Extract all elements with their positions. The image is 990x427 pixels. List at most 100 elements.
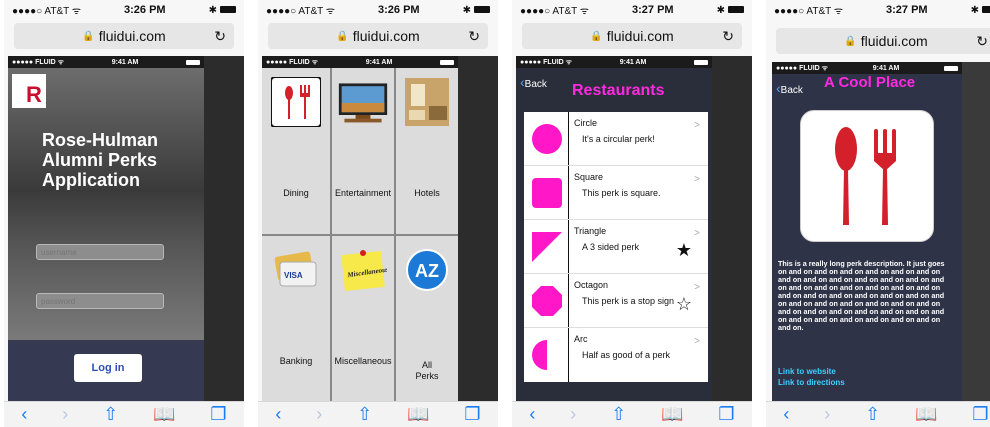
star-filled-icon[interactable]: ★ [676, 240, 692, 261]
category-label: All Perks [415, 360, 439, 381]
tabs-icon[interactable]: ❐ [464, 404, 480, 425]
browser-toolbar: ‹ › ⇧ 📖 ❐ [766, 401, 990, 427]
octagon-shape-icon [532, 286, 562, 316]
url-bar[interactable]: 🔒 fluidui.com ↻ [268, 23, 488, 49]
share-icon[interactable]: ⇧ [103, 404, 118, 425]
list-item[interactable]: Octagon This perk is a stop sign ☆ > [524, 274, 708, 328]
phone-screen-detail: ●●●●○ AT&T ᯤ 3:27 PM ✱ 🔒 fluidui.com ↻ ●… [766, 0, 990, 427]
dining-icon [270, 76, 322, 128]
tabs-icon[interactable]: ❐ [972, 404, 988, 425]
bookmarks-icon[interactable]: 📖 [915, 404, 937, 425]
url-text: fluidui.com [98, 28, 166, 44]
lock-icon: 🔒 [336, 30, 349, 42]
svg-text:VISA: VISA [284, 271, 303, 280]
star-outline-icon[interactable]: ☆ [676, 294, 692, 315]
perk-list: Circle It's a circular perk! > Square Th… [524, 112, 708, 382]
svg-text:AZ: AZ [415, 261, 439, 281]
reload-icon[interactable]: ↻ [976, 33, 988, 50]
inner-status-bar: ●●●●● FLUID ᯤ 9:41 AM [262, 56, 458, 68]
back-button[interactable]: ‹Back [520, 74, 547, 90]
forward-arrow-icon[interactable]: › [570, 404, 576, 425]
share-icon[interactable]: ⇧ [611, 404, 626, 425]
chevron-right-icon: > [694, 228, 700, 239]
share-icon[interactable]: ⇧ [865, 404, 880, 425]
chevron-right-icon: > [694, 120, 700, 131]
app-frame: ●●●●● FLUID ᯤ 9:41 AM R Rose-Hulman Alum… [8, 56, 204, 401]
category-entertainment[interactable]: Entertainment [332, 68, 394, 234]
arc-shape-icon [532, 340, 547, 370]
category-dining[interactable]: Dining [262, 68, 330, 234]
list-item[interactable]: Square This perk is square. > [524, 166, 708, 220]
battery-icon: ✱ [717, 5, 744, 16]
perk-description: This is a really long perk description. … [778, 259, 945, 332]
hotel-icon [401, 76, 453, 128]
category-grid: Dining Entertainment Hotels VISA Banking [262, 68, 458, 401]
app-frame: ●●●●● FLUID ᯤ 9:41 AM Dining Entertainme… [262, 56, 458, 401]
category-label: Dining [283, 188, 309, 198]
page-title: Restaurants [572, 82, 665, 99]
dining-image [800, 110, 934, 242]
battery-icon: ✱ [971, 5, 990, 16]
username-field[interactable] [36, 244, 164, 260]
category-miscellaneous[interactable]: Miscellaneous Miscellaneous [332, 236, 394, 401]
login-button[interactable]: Log in [74, 354, 142, 382]
category-label: Miscellaneous [334, 356, 392, 366]
category-label: Banking [279, 356, 313, 366]
inner-battery-icon [186, 59, 200, 65]
chevron-right-icon: > [694, 282, 700, 293]
app-frame: ●●●●● FLUID ᯤ 9:41 AM ‹Back Restaurants … [516, 56, 712, 401]
phone-screen-login: ●●●●○ AT&T ᯤ 3:26 PM ✱ 🔒 fluidui.com ↻ ●… [4, 0, 244, 427]
tabs-icon[interactable]: ❐ [718, 404, 734, 425]
tv-icon [337, 76, 389, 128]
category-all-perks[interactable]: AZ All Perks [396, 236, 458, 401]
back-arrow-icon[interactable]: ‹ [21, 404, 27, 425]
forward-arrow-icon[interactable]: › [824, 404, 830, 425]
password-field[interactable] [36, 293, 164, 309]
inner-status-bar: ●●●●● FLUID ᯤ 9:41 AM [8, 56, 204, 68]
battery-icon: ✱ [209, 5, 236, 16]
back-button[interactable]: ‹Back [776, 80, 803, 96]
url-bar[interactable]: 🔒 fluidui.com ↻ [776, 28, 990, 54]
back-arrow-icon[interactable]: ‹ [529, 404, 535, 425]
page-title: A Cool Place [824, 74, 916, 91]
rose-hulman-logo: R [12, 74, 46, 108]
chevron-right-icon: > [694, 174, 700, 185]
list-item[interactable]: Triangle A 3 sided perk ★ > [524, 220, 708, 274]
bookmarks-icon[interactable]: 📖 [153, 404, 175, 425]
side-shadow [962, 62, 990, 407]
back-arrow-icon[interactable]: ‹ [275, 404, 281, 425]
website-link[interactable]: Link to website [778, 366, 845, 377]
phone-screen-restaurants: ●●●●○ AT&T ᯤ 3:27 PM ✱ 🔒 fluidui.com ↻ ●… [512, 0, 752, 427]
bookmarks-icon[interactable]: 📖 [661, 404, 683, 425]
back-arrow-icon[interactable]: ‹ [783, 404, 789, 425]
reload-icon[interactable]: ↻ [214, 28, 226, 45]
status-time: 3:26 PM [124, 4, 166, 16]
side-shadow [458, 56, 498, 401]
perk-links: Link to website Link to directions [778, 366, 845, 388]
url-bar[interactable]: 🔒 fluidui.com ↻ [14, 23, 234, 49]
app-title: Rose-Hulman Alumni Perks Application [42, 130, 159, 190]
bookmarks-icon[interactable]: 📖 [407, 404, 429, 425]
tabs-icon[interactable]: ❐ [210, 404, 226, 425]
directions-link[interactable]: Link to directions [778, 377, 845, 388]
category-hotels[interactable]: Hotels [396, 68, 458, 234]
nav-bar: ‹Back Restaurants [516, 68, 712, 118]
category-banking[interactable]: VISA Banking [262, 236, 330, 401]
forward-arrow-icon[interactable]: › [316, 404, 322, 425]
status-bar: ●●●●○ AT&T ᯤ 3:27 PM ✱ [766, 0, 990, 20]
inner-status-bar: ●●●●● FLUID ᯤ 9:41 AM [772, 62, 962, 74]
list-item[interactable]: Arc Half as good of a perk > [524, 328, 708, 382]
reload-icon[interactable]: ↻ [722, 28, 734, 45]
square-shape-icon [532, 178, 562, 208]
list-item[interactable]: Circle It's a circular perk! > [524, 112, 708, 166]
forward-arrow-icon[interactable]: › [62, 404, 68, 425]
category-label: Hotels [414, 188, 440, 198]
browser-toolbar: ‹ › ⇧ 📖 ❐ [512, 401, 752, 427]
share-icon[interactable]: ⇧ [357, 404, 372, 425]
lock-icon: 🔒 [844, 35, 857, 47]
url-bar[interactable]: 🔒 fluidui.com ↻ [522, 23, 742, 49]
spoon-fork-icon [835, 127, 896, 225]
reload-icon[interactable]: ↻ [468, 28, 480, 45]
status-bar: ●●●●○ AT&T ᯤ 3:26 PM ✱ [4, 0, 244, 20]
app-frame: ●●●●● FLUID ᯤ 9:41 AM ‹Back A Cool Place… [772, 62, 962, 407]
